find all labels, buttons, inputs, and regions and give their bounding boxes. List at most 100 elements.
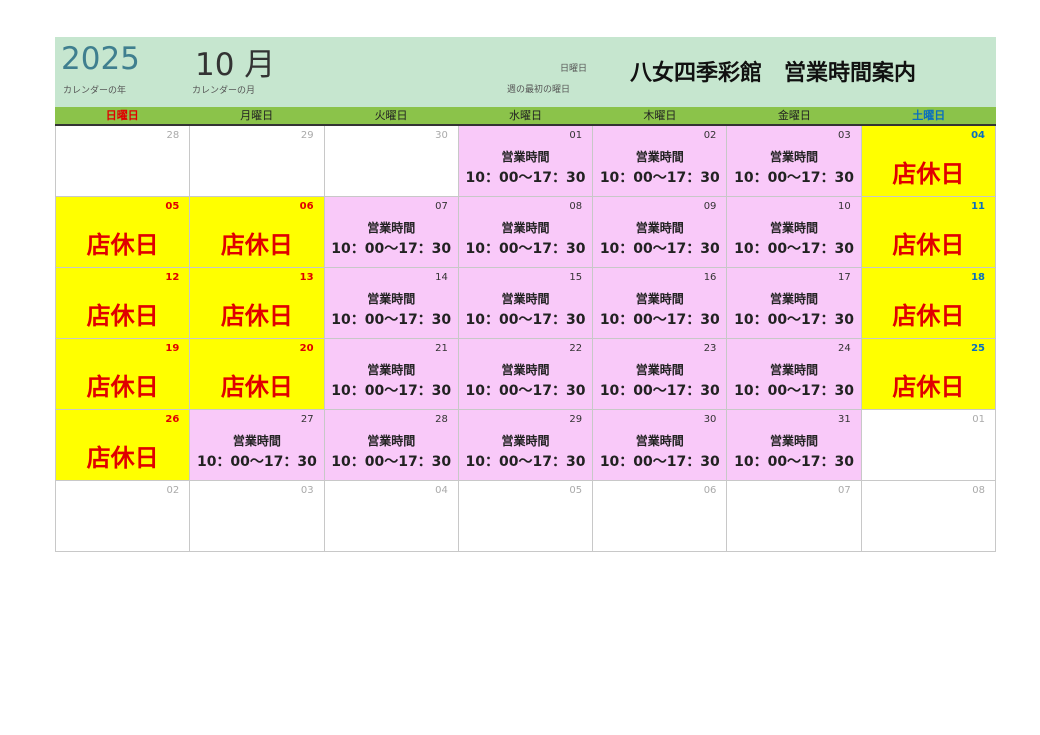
day-number: 28 <box>166 130 180 141</box>
day-number: 28 <box>435 414 448 425</box>
day-cell: 28 <box>56 126 191 197</box>
day-cell: 06 店休日 <box>190 197 325 268</box>
weekday-label: 木曜日 <box>643 109 677 122</box>
day-cell: 14 営業時間 10：00〜17：30 <box>324 268 459 339</box>
day-number: 06 <box>299 201 314 212</box>
day-number: 02 <box>166 485 180 496</box>
weekday-label: 水曜日 <box>508 109 542 122</box>
hours-label: 営業時間 <box>635 292 684 306</box>
hours-time: 10：00〜17：30 <box>599 454 720 470</box>
hours-label: 営業時間 <box>367 434 416 448</box>
day-number: 04 <box>971 130 985 141</box>
day-number: 31 <box>837 414 851 425</box>
hours-label: 営業時間 <box>770 292 819 306</box>
day-cell: 17 営業時間 10：00〜17：30 <box>727 268 862 339</box>
hours-time: 10：00〜17：30 <box>465 170 586 186</box>
hours-label: 営業時間 <box>770 150 819 164</box>
day-number: 14 <box>435 272 448 283</box>
day-cell: 04 店休日 <box>861 126 996 197</box>
closed-label: 店休日 <box>892 160 965 188</box>
day-cell: 03 営業時間 10：00〜17：30 <box>727 126 862 197</box>
calendar-year: 2025 <box>61 41 140 77</box>
day-cell: 04 <box>324 481 459 552</box>
hours-label: 営業時間 <box>770 434 819 448</box>
calendar-header: 2025 カレンダーの年 10 月 カレンダーの月 日曜日 週の最初の曜日 八女… <box>55 37 996 107</box>
day-number: 12 <box>165 272 180 283</box>
day-number: 13 <box>299 272 314 283</box>
weekday-label: 土曜日 <box>912 109 946 122</box>
day-cell: 29 <box>190 126 325 197</box>
day-number: 15 <box>569 272 583 283</box>
hours-time: 10：00〜17：30 <box>734 170 855 186</box>
closed-label: 店休日 <box>892 302 965 330</box>
day-cell: 28 営業時間 10：00〜17：30 <box>324 410 459 481</box>
day-grid: 28 29 30 01 営業時間 10：00〜17：30 02 営業時間 10：00〜17：30… <box>55 126 996 552</box>
month-caption: カレンダーの月 <box>192 86 256 96</box>
hours-label: 営業時間 <box>635 363 684 377</box>
hours-label: 営業時間 <box>635 150 684 164</box>
hours-time: 10：00〜17：30 <box>196 454 317 470</box>
hours-time: 10：00〜17：30 <box>331 241 452 257</box>
day-number: 09 <box>703 201 717 212</box>
closed-label: 店休日 <box>220 373 293 401</box>
day-number: 29 <box>300 130 314 141</box>
year-caption: カレンダーの年 <box>63 86 127 96</box>
day-cell: 27 営業時間 10：00〜17：30 <box>190 410 325 481</box>
day-cell: 25 店休日 <box>861 339 996 410</box>
hours-time: 10：00〜17：30 <box>465 454 586 470</box>
day-number: 26 <box>165 414 180 425</box>
hours-time: 10：00〜17：30 <box>331 454 452 470</box>
hours-time: 10：00〜17：30 <box>465 312 586 328</box>
day-cell: 16 営業時間 10：00〜17：30 <box>593 268 728 339</box>
closed-label: 店休日 <box>220 231 293 259</box>
hours-label: 営業時間 <box>770 221 819 235</box>
day-cell: 11 店休日 <box>861 197 996 268</box>
hours-label: 営業時間 <box>367 292 416 306</box>
day-cell: 29 営業時間 10：00〜17：30 <box>458 410 594 481</box>
weekday-header: 日曜日 月曜日 火曜日 水曜日 木曜日 金曜日 土曜日 <box>55 107 996 126</box>
day-cell: 19 店休日 <box>56 339 191 410</box>
page-title: 八女四季彩館 営業時間案内 <box>630 61 917 86</box>
weekday-label: 火曜日 <box>374 109 408 122</box>
weekday-label: 金曜日 <box>777 109 811 122</box>
calendar: 2025 カレンダーの年 10 月 カレンダーの月 日曜日 週の最初の曜日 八女… <box>55 37 996 552</box>
day-cell: 02 <box>56 481 191 552</box>
day-number: 27 <box>300 414 314 425</box>
hours-time: 10：00〜17：30 <box>734 312 855 328</box>
hours-label: 営業時間 <box>367 221 416 235</box>
day-cell: 30 営業時間 10：00〜17：30 <box>593 410 728 481</box>
day-number: 01 <box>972 414 985 425</box>
closed-label: 店休日 <box>220 302 293 330</box>
day-number: 20 <box>299 343 314 354</box>
hours-label: 営業時間 <box>635 434 684 448</box>
calendar-month: 10 月 <box>195 47 276 83</box>
day-cell: 13 店休日 <box>190 268 325 339</box>
closed-label: 店休日 <box>86 231 159 259</box>
weekday-label: 日曜日 <box>105 109 139 122</box>
hours-label: 営業時間 <box>501 221 550 235</box>
day-number: 04 <box>435 485 448 496</box>
day-number: 07 <box>435 201 448 212</box>
day-number: 16 <box>703 272 717 283</box>
day-number: 30 <box>435 130 448 141</box>
day-cell: 30 <box>324 126 459 197</box>
day-cell: 08 営業時間 10：00〜17：30 <box>458 197 594 268</box>
closed-label: 店休日 <box>86 373 159 401</box>
hours-label: 営業時間 <box>501 434 550 448</box>
closed-label: 店休日 <box>892 373 965 401</box>
day-number: 03 <box>300 485 314 496</box>
day-number: 22 <box>569 343 583 354</box>
closed-label: 店休日 <box>892 231 965 259</box>
day-number: 01 <box>569 130 583 141</box>
day-number: 03 <box>837 130 851 141</box>
day-number: 10 <box>837 201 851 212</box>
day-cell: 09 営業時間 10：00〜17：30 <box>593 197 728 268</box>
hours-time: 10：00〜17：30 <box>734 241 855 257</box>
hours-time: 10：00〜17：30 <box>331 383 452 399</box>
day-cell: 06 <box>593 481 728 552</box>
day-number: 17 <box>837 272 851 283</box>
day-cell: 15 営業時間 10：00〜17：30 <box>458 268 594 339</box>
closed-label: 店休日 <box>86 444 159 472</box>
hours-time: 10：00〜17：30 <box>599 383 720 399</box>
start-day: 日曜日 <box>560 64 588 74</box>
